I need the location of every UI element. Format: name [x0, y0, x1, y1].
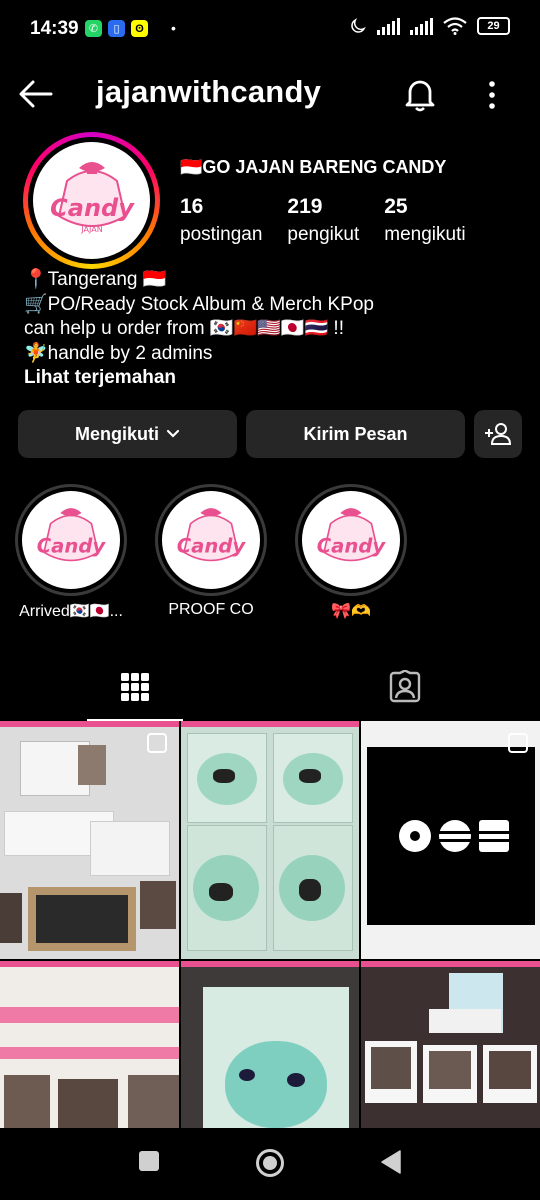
multiple-photos-icon — [147, 733, 167, 753]
svg-text:Candy: Candy — [50, 194, 135, 222]
battery-indicator: 29 — [477, 17, 510, 35]
back-arrow-icon[interactable] — [18, 76, 54, 112]
system-icons: 29 — [349, 17, 510, 35]
triangle-back-icon — [381, 1150, 401, 1174]
bell-icon[interactable] — [402, 76, 438, 112]
phone-app-icon: ▯ — [108, 20, 125, 37]
svg-text:Candy: Candy — [177, 534, 247, 557]
svg-text:Candy: Candy — [37, 534, 107, 557]
stat-posts[interactable]: 16 postingan — [180, 195, 262, 246]
signal-icon — [377, 17, 400, 35]
more-notifications-dot: • — [171, 20, 176, 36]
moon-icon — [351, 18, 366, 33]
username-title: jajanwithcandy — [96, 74, 322, 109]
clock: 14:39 — [30, 18, 79, 39]
more-options-icon[interactable] — [478, 78, 506, 112]
display-name: 🇮🇩GO JAJAN BARENG CANDY — [180, 157, 447, 177]
see-translation-link[interactable]: Lihat terjemahan — [24, 366, 374, 391]
status-bar: 14:39 ✆ ▯ ʘ • 29 — [0, 0, 540, 60]
wifi-icon — [443, 17, 467, 35]
whatsapp-icon: ✆ — [85, 20, 102, 37]
highlight-label: 🎀🫶 — [331, 603, 371, 620]
post-thumbnail[interactable] — [181, 721, 359, 959]
bio-line: 🛒PO/Ready Stock Album & Merch KPop — [24, 293, 374, 315]
bio-line: 📍Tangerang 🇮🇩 — [24, 269, 167, 290]
profile-tabs — [0, 655, 540, 721]
tab-tagged[interactable] — [357, 655, 453, 719]
story-highlight[interactable]: Candy Arrived🇰🇷🇯🇵... — [15, 484, 127, 621]
svg-text:Candy: Candy — [317, 534, 387, 557]
back-button[interactable] — [380, 1150, 402, 1179]
notification-icons: ✆ ▯ ʘ — [85, 20, 148, 37]
svg-text:JAJAN: JAJAN — [80, 225, 102, 234]
profile-stats: 16 postingan 219 pengikut 25 mengikuti — [180, 195, 491, 246]
square-icon — [139, 1151, 159, 1171]
tab-posts-grid[interactable] — [87, 655, 183, 721]
signal-icon — [410, 17, 433, 35]
grid-icon — [121, 673, 149, 701]
suggest-people-button[interactable] — [474, 410, 522, 458]
stat-following[interactable]: 25 mengikuti — [384, 195, 465, 246]
highlight-cover: Candy — [15, 484, 127, 596]
profile-avatar[interactable]: Candy JAJAN — [23, 132, 160, 269]
profile-header: jajanwithcandy — [0, 60, 540, 128]
bio-line: 🧚handle by 2 admins — [24, 342, 213, 364]
candy-logo: Candy JAJAN — [33, 142, 150, 259]
message-label: Kirim Pesan — [303, 423, 408, 444]
profile-bio: 📍Tangerang 🇮🇩 🛒PO/Ready Stock Album & Me… — [24, 268, 374, 391]
add-person-icon — [485, 423, 512, 445]
highlight-cover: Candy — [295, 484, 407, 596]
story-highlight[interactable]: Candy PROOF CO — [155, 484, 267, 619]
highlight-cover: Candy — [155, 484, 267, 596]
home-circle-icon — [256, 1149, 284, 1177]
multiple-photos-icon — [508, 733, 528, 753]
message-button[interactable]: Kirim Pesan — [246, 410, 465, 458]
following-label: Mengikuti — [75, 423, 159, 444]
following-button[interactable]: Mengikuti — [18, 410, 237, 458]
chevron-down-icon — [166, 429, 180, 438]
post-thumbnail[interactable] — [181, 961, 359, 1128]
candy-logo: Candy — [162, 491, 260, 589]
snapchat-icon: ʘ — [131, 20, 148, 37]
stat-followers[interactable]: 219 pengikut — [287, 195, 359, 246]
system-nav-bar — [0, 1128, 540, 1200]
post-thumbnail[interactable] — [361, 961, 540, 1128]
post-thumbnail[interactable] — [361, 721, 540, 959]
home-button[interactable] — [255, 1148, 285, 1183]
post-thumbnail[interactable] — [0, 721, 179, 959]
highlight-label: PROOF CO — [168, 601, 254, 618]
candy-logo: Candy — [302, 491, 400, 589]
story-highlight[interactable]: Candy 🎀🫶 — [295, 484, 407, 621]
tagged-person-icon — [389, 670, 421, 703]
highlight-label: Arrived🇰🇷🇯🇵... — [19, 603, 123, 620]
recent-apps-button[interactable] — [138, 1150, 160, 1177]
bio-line: can help u order from 🇰🇷🇨🇳🇺🇸🇯🇵🇹🇭 !! — [24, 318, 344, 339]
candy-logo: Candy — [22, 491, 120, 589]
post-thumbnail[interactable] — [0, 961, 179, 1128]
